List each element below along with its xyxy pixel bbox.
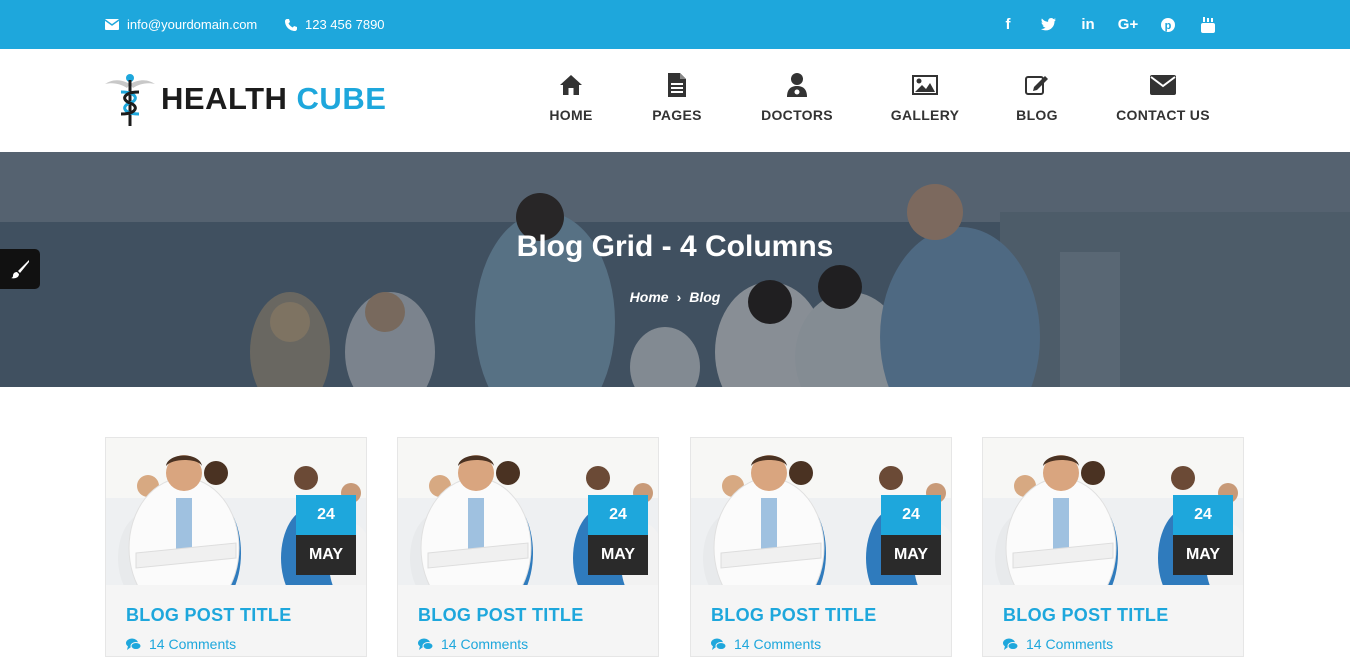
- post-date-month: MAY: [296, 535, 356, 575]
- post-date-day: 24: [1173, 495, 1233, 541]
- nav-item-home[interactable]: HOME: [545, 71, 597, 123]
- comments-count: 14 Comments: [149, 636, 237, 652]
- pinterest-icon[interactable]: p: [1148, 0, 1188, 49]
- contact-phone[interactable]: 123 456 7890: [285, 0, 385, 49]
- post-comments-link[interactable]: 14 Comments: [1003, 636, 1113, 652]
- blog-post-title[interactable]: BLOG POST TITLE: [711, 605, 877, 626]
- twitter-icon[interactable]: [1028, 0, 1068, 49]
- comments-icon: [418, 638, 433, 650]
- post-date-month: MAY: [881, 535, 941, 575]
- google-plus-icon[interactable]: G+: [1108, 0, 1148, 49]
- edit-icon: [1025, 71, 1049, 99]
- blog-card: 24 MAY BLOG POST TITLE 14 Comments: [690, 437, 952, 657]
- post-date-day: 24: [588, 495, 648, 541]
- post-date-month: MAY: [1173, 535, 1233, 575]
- blog-card: 24 MAY BLOG POST TITLE 14 Comments: [397, 437, 659, 657]
- linkedin-icon[interactable]: in: [1068, 0, 1108, 49]
- home-icon: [560, 71, 582, 99]
- comments-count: 14 Comments: [734, 636, 822, 652]
- nav-item-gallery[interactable]: GALLERY: [890, 71, 960, 123]
- nav-label-blog: BLOG: [1016, 107, 1058, 123]
- facebook-icon[interactable]: f: [988, 0, 1028, 49]
- post-comments-link[interactable]: 14 Comments: [126, 636, 236, 652]
- post-date-day: 24: [881, 495, 941, 541]
- nav-item-doctors[interactable]: DOCTORS: [758, 71, 836, 123]
- envelope-icon: [105, 19, 119, 30]
- post-date-day: 24: [296, 495, 356, 541]
- breadcrumb-home-link[interactable]: Home: [630, 289, 669, 305]
- caduceus-icon: [105, 74, 155, 126]
- svg-text:p: p: [1165, 20, 1172, 32]
- social-links: f in G+ p: [988, 0, 1228, 49]
- youtube-icon[interactable]: [1188, 0, 1228, 49]
- blog-card-image[interactable]: 24 MAY: [983, 438, 1243, 585]
- breadcrumb: Home › Blog: [0, 289, 1350, 305]
- blog-card: 24 MAY BLOG POST TITLE 14 Comments: [105, 437, 367, 657]
- post-comments-link[interactable]: 14 Comments: [711, 636, 821, 652]
- blog-post-title[interactable]: BLOG POST TITLE: [1003, 605, 1169, 626]
- page-title: Blog Grid - 4 Columns: [516, 230, 834, 263]
- nav-label-pages: PAGES: [652, 107, 702, 123]
- theme-customizer-button[interactable]: [0, 249, 40, 289]
- email-text: info@yourdomain.com: [127, 17, 258, 32]
- nav-label-gallery: GALLERY: [890, 107, 960, 123]
- nav-item-blog[interactable]: BLOG: [1014, 71, 1060, 123]
- comments-icon: [711, 638, 726, 650]
- blog-card-image[interactable]: 24 MAY: [691, 438, 951, 585]
- paintbrush-icon: [11, 260, 29, 279]
- page-banner: Blog Grid - 4 Columns Home › Blog: [0, 152, 1350, 387]
- nav-label-doctors: DOCTORS: [761, 107, 833, 123]
- blog-card-image[interactable]: 24 MAY: [106, 438, 366, 585]
- blog-post-title[interactable]: BLOG POST TITLE: [126, 605, 292, 626]
- top-bar: info@yourdomain.com 123 456 7890 f in G+…: [0, 0, 1350, 49]
- comments-count: 14 Comments: [441, 636, 529, 652]
- breadcrumb-separator-icon: ›: [676, 289, 682, 305]
- nav-item-contact[interactable]: CONTACT US: [1114, 71, 1212, 123]
- banner-overlay: [0, 152, 1350, 387]
- document-icon: [668, 71, 686, 99]
- site-logo[interactable]: HEALTH CUBE: [105, 69, 386, 129]
- envelope-icon: [1150, 71, 1176, 99]
- comments-icon: [126, 638, 141, 650]
- nav-label-contact: CONTACT US: [1116, 107, 1210, 123]
- contact-email[interactable]: info@yourdomain.com: [105, 0, 257, 49]
- nav-label-home: HOME: [549, 107, 593, 123]
- comments-count: 14 Comments: [1026, 636, 1114, 652]
- phone-icon: [285, 18, 297, 31]
- site-header: HEALTH CUBE HOME PAGES DOCTORS GALLERY B…: [0, 49, 1350, 152]
- comments-icon: [1003, 638, 1018, 650]
- logo-text-cube: CUBE: [296, 81, 387, 116]
- blog-post-title[interactable]: BLOG POST TITLE: [418, 605, 584, 626]
- post-date-month: MAY: [588, 535, 648, 575]
- logo-text-health: HEALTH: [161, 81, 288, 116]
- post-comments-link[interactable]: 14 Comments: [418, 636, 528, 652]
- doctor-icon: [787, 71, 807, 99]
- phone-text: 123 456 7890: [305, 17, 385, 32]
- blog-card: 24 MAY BLOG POST TITLE 14 Comments: [982, 437, 1244, 657]
- breadcrumb-current: Blog: [689, 289, 721, 305]
- image-icon: [912, 71, 938, 99]
- nav-item-pages[interactable]: PAGES: [650, 71, 704, 123]
- blog-card-image[interactable]: 24 MAY: [398, 438, 658, 585]
